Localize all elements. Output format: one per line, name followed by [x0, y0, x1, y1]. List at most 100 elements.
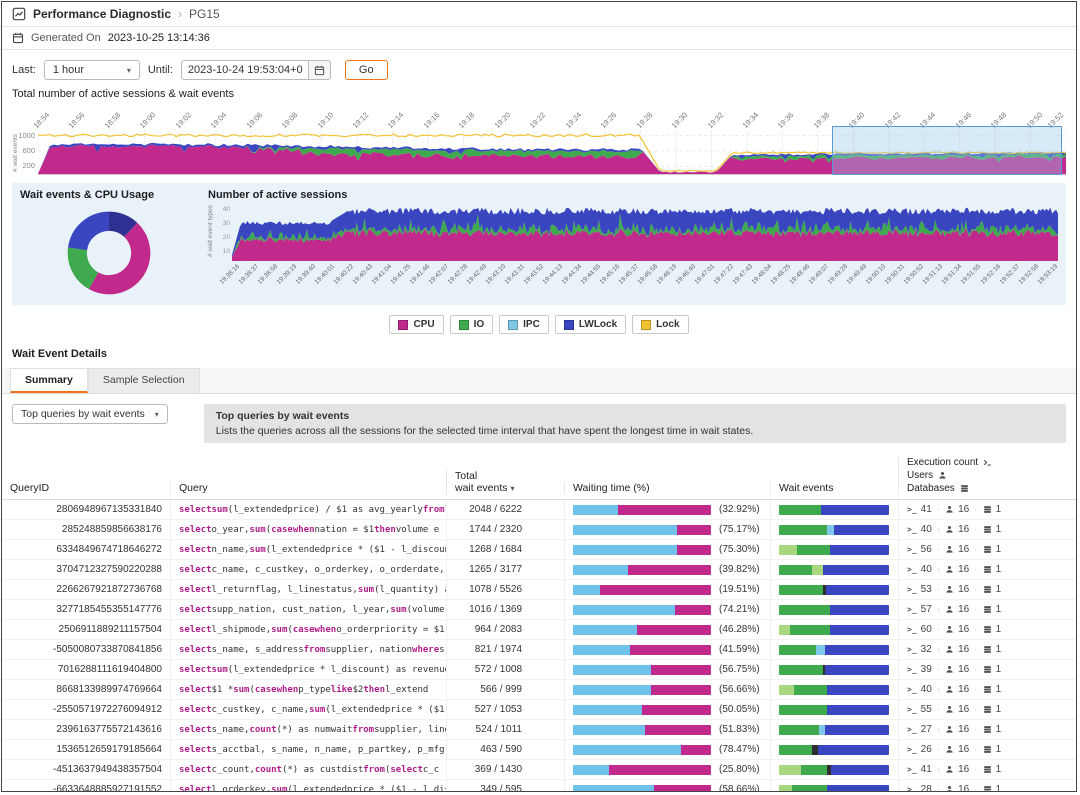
table-row[interactable]: 3704712327590220288select c_name, c_cust…	[2, 560, 1076, 580]
wait-events-cell	[770, 600, 898, 619]
table-row[interactable]: 6334849674718646272select n_name, sum(l_…	[2, 540, 1076, 560]
last-select[interactable]: 1 hour ▾	[44, 60, 140, 80]
table-row[interactable]: 7016288111619404800select sum(l_extended…	[2, 660, 1076, 680]
col-waiting-time[interactable]: Waiting time (%)	[564, 482, 770, 494]
tab-summary[interactable]: Summary	[10, 368, 88, 393]
legend-item-ipc[interactable]: IPC	[499, 315, 549, 334]
table-row[interactable]: 285248859856638176select o_year, sum(cas…	[2, 520, 1076, 540]
x-tick-label: 19:30	[670, 110, 690, 130]
y-tick-label: 30	[223, 220, 230, 227]
database-icon	[983, 545, 992, 554]
tab-sample-selection[interactable]: Sample Selection	[88, 368, 200, 393]
query-cell[interactable]: select s_acctbal, s_name, n_name, p_part…	[170, 740, 446, 759]
waiting-time-bar	[573, 725, 711, 735]
table-row[interactable]: -4513637949438357504select c_count, coun…	[2, 760, 1076, 780]
query-cell[interactable]: select c_name, c_custkey, o_orderkey, o_…	[170, 560, 446, 579]
col-query[interactable]: Query	[170, 482, 446, 494]
query-cell[interactable]: select l_returnflag, l_linestatus, sum(l…	[170, 580, 446, 599]
waiting-time-bar	[573, 645, 711, 655]
query-cell[interactable]: select s_name, s_address from supplier, …	[170, 640, 446, 659]
query-cell[interactable]: select o_year, sum(case when nation = $1…	[170, 520, 446, 539]
chevron-down-icon: ▾	[155, 410, 159, 419]
until-calendar-button[interactable]	[309, 60, 331, 80]
execution-count-cell: >_53·16·1	[898, 580, 1076, 599]
legend-color-swatch	[508, 320, 518, 330]
donut-chart[interactable]	[57, 203, 161, 303]
x-tick-label: 19:40:43	[351, 263, 374, 286]
queryid-cell: 6334849674718646272	[2, 540, 170, 559]
go-button[interactable]: Go	[345, 60, 388, 80]
query-cell[interactable]: select c_count, count(*) as custdist fro…	[170, 760, 446, 779]
sort-desc-icon[interactable]: ▾	[511, 484, 515, 493]
table-row[interactable]: 8668133989974769664select $1 * sum(case …	[2, 680, 1076, 700]
waiting-time-cell: (51.83%)	[564, 720, 770, 739]
user-icon	[938, 471, 947, 480]
table-row[interactable]: 2806948967135331840select sum(l_extended…	[2, 500, 1076, 520]
table-row[interactable]: 2506911889211157504select l_shipmode, su…	[2, 620, 1076, 640]
query-cell[interactable]: select $1 * sum(case when p_type like $2…	[170, 680, 446, 699]
legend-item-cpu[interactable]: CPU	[389, 315, 443, 334]
breadcrumb-server[interactable]: PG15	[189, 7, 220, 21]
x-tick-label: 19:41:25	[389, 263, 412, 286]
col-queryid[interactable]: QueryID	[2, 482, 170, 494]
wait-events-cell	[770, 560, 898, 579]
x-tick-label: 19:02	[173, 110, 193, 130]
execution-count-cell: >_60·16·1	[898, 620, 1076, 639]
col-total-wait-events[interactable]: Total wait events▾	[446, 470, 564, 494]
chevron-down-icon: ▾	[127, 66, 131, 75]
time-range-brush[interactable]	[832, 126, 1062, 175]
total-wait-events-cell: 1265 / 3177	[446, 560, 564, 579]
user-icon	[945, 505, 954, 514]
table-row[interactable]: 2266267921872736768select l_returnflag, …	[2, 580, 1076, 600]
total-wait-events-cell: 1744 / 2320	[446, 520, 564, 539]
queryid-cell: -2550571972276094912	[2, 700, 170, 719]
query-cell[interactable]: select l_orderkey, sum(l_extendedprice *…	[170, 780, 446, 792]
query-cell[interactable]: select supp_nation, cust_nation, l_year,…	[170, 600, 446, 619]
waiting-time-cell: (56.75%)	[564, 660, 770, 679]
until-input[interactable]: 2023-10-24 19:53:04+0	[181, 60, 309, 80]
x-tick-label: 19:04	[209, 110, 229, 130]
waiting-time-pct: (25.80%)	[719, 764, 760, 775]
waiting-time-bar	[573, 625, 711, 635]
wait-events-bar	[779, 505, 889, 515]
waiting-time-cell: (50.05%)	[564, 700, 770, 719]
waiting-time-cell: (75.30%)	[564, 540, 770, 559]
legend-item-io[interactable]: IO	[450, 315, 494, 334]
table-row[interactable]: -5050080733870841856select s_name, s_add…	[2, 640, 1076, 660]
table-row[interactable]: -6633648885927191552select l_orderkey, s…	[2, 780, 1076, 792]
query-cell[interactable]: select n_name, sum(l_extendedprice * ($1…	[170, 540, 446, 559]
col-wait-events[interactable]: Wait events	[770, 482, 898, 494]
col-execution[interactable]: Execution count Users Databases	[898, 457, 1076, 494]
legend-item-lock[interactable]: Lock	[632, 315, 688, 334]
query-cell[interactable]: select sum(l_extendedprice * l_discount)…	[170, 660, 446, 679]
wait-events-cell	[770, 540, 898, 559]
user-icon	[945, 525, 954, 534]
table-row[interactable]: -2550571972276094912select c_custkey, c_…	[2, 700, 1076, 720]
query-cell[interactable]: select s_name, count(*) as numwait from …	[170, 720, 446, 739]
waiting-time-cell: (32.92%)	[564, 500, 770, 519]
sessions-area-chart[interactable]	[232, 203, 1058, 261]
user-icon	[945, 725, 954, 734]
page-title[interactable]: Performance Diagnostic	[33, 7, 171, 21]
sessions-chart-svg	[232, 203, 1058, 261]
query-filter-select[interactable]: Top queries by wait events ▾	[12, 404, 168, 424]
waiting-time-pct: (50.05%)	[719, 704, 760, 715]
chevron-right-icon: ›	[178, 7, 182, 21]
info-text: Lists the queries across all the session…	[216, 425, 1054, 437]
execution-count-cell: >_41·16·1	[898, 500, 1076, 519]
queryid-cell: 3277185455355147776	[2, 600, 170, 619]
wait-events-bar	[779, 705, 889, 715]
table-row[interactable]: 1536512659179185664select s_acctbal, s_n…	[2, 740, 1076, 760]
table-row[interactable]: 3277185455355147776select supp_nation, c…	[2, 600, 1076, 620]
waiting-time-pct: (75.30%)	[719, 544, 760, 555]
legend-label: CPU	[413, 319, 434, 330]
legend-item-lwlock[interactable]: LWLock	[555, 315, 626, 334]
query-cell[interactable]: select sum(l_extendedprice) / $1 as avg_…	[170, 500, 446, 519]
queryid-cell: 2396163775572143616	[2, 720, 170, 739]
queryid-cell: 1536512659179185664	[2, 740, 170, 759]
query-cell[interactable]: select c_custkey, c_name, sum(l_extended…	[170, 700, 446, 719]
legend-label: IPC	[523, 319, 540, 330]
table-row[interactable]: 2396163775572143616select s_name, count(…	[2, 720, 1076, 740]
query-cell[interactable]: select l_shipmode, sum(case when o_order…	[170, 620, 446, 639]
waiting-time-cell: (41.59%)	[564, 640, 770, 659]
